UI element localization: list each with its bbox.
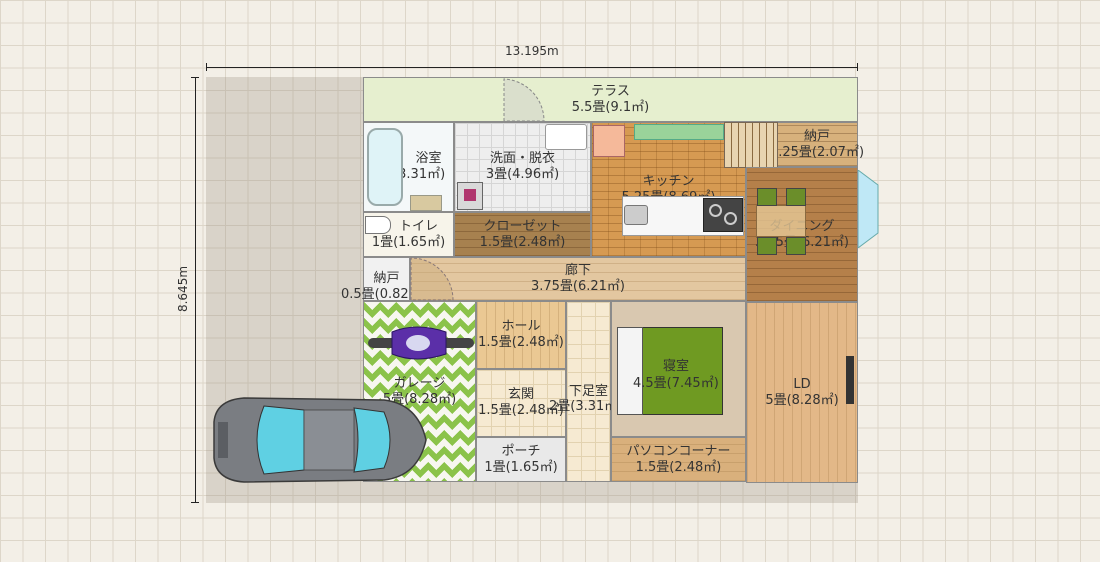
room-garage-name: ガレージ (393, 375, 446, 391)
dining-table-icon (756, 205, 806, 237)
motorbike-icon (368, 326, 474, 360)
floor-plan-canvas: 13.195m 8.645m テラス 5.5畳(9.1㎡) 浴室 2畳(3.31… (0, 0, 1100, 562)
room-toilet-area: 1畳(1.65㎡) (371, 234, 446, 250)
room-washroom-name: 洗面・脱衣 (489, 151, 555, 166)
width-dimension-tick-left (206, 63, 207, 71)
tv-icon (846, 356, 854, 404)
room-washroom-area: 3畳(4.96㎡) (485, 167, 560, 182)
room-bath-name: 浴室 (415, 151, 442, 166)
width-dimension-label: 13.195m (505, 44, 559, 58)
room-pc-corner-name: パソコンコーナー (626, 443, 731, 459)
sink-icon (624, 205, 648, 225)
stove-icon (703, 198, 743, 232)
door-swing-terrace (503, 78, 545, 122)
room-pc-corner[interactable]: パソコンコーナー 1.5畳(2.48㎡) (611, 437, 746, 482)
stairs-icon (724, 122, 778, 168)
room-hallway-area: 3.75畳(6.21㎡) (530, 279, 626, 294)
room-storage-top-area: 1.25畳(2.07㎡) (769, 144, 865, 160)
bathtub-icon (367, 128, 403, 206)
height-dimension-tick-top (191, 77, 199, 78)
room-ld-area: 5畳(8.28㎡) (765, 392, 839, 408)
room-terrace-area: 5.5畳(9.1㎡) (571, 99, 650, 115)
room-hall[interactable]: ホール 1.5畳(2.48㎡) (476, 301, 566, 369)
room-shoe-room[interactable]: 下足室 (566, 301, 611, 482)
bath-fixture-icon (410, 195, 442, 211)
room-porch[interactable]: ポーチ 1畳(1.65㎡) (476, 437, 566, 482)
room-hallway[interactable]: 廊下 3.75畳(6.21㎡) (410, 257, 746, 301)
room-storage-top-name: 納戸 (803, 128, 830, 144)
room-entrance-name: 玄関 (507, 387, 534, 402)
dining-chair-icon (757, 188, 777, 206)
washbasin-icon (545, 124, 587, 150)
fridge-icon (593, 125, 625, 157)
room-kitchen-name: キッチン (642, 173, 695, 189)
dining-chair-icon (786, 237, 806, 255)
height-dimension-line (195, 77, 196, 503)
room-bedroom-area: 4.5畳(7.45㎡) (633, 376, 719, 391)
room-hall-area: 1.5畳(2.48㎡) (478, 335, 564, 350)
room-terrace-name: テラス (591, 83, 630, 99)
room-porch-area: 1畳(1.65㎡) (484, 459, 558, 475)
car-icon (213, 397, 427, 483)
room-closet-area: 1.5畳(2.48㎡) (479, 234, 566, 250)
counter-top-icon (634, 124, 724, 140)
room-closet[interactable]: クローゼット 1.5畳(2.48㎡) (454, 212, 591, 257)
width-dimension-tick-right (857, 63, 858, 71)
dining-chair-icon (757, 237, 777, 255)
bay-window-icon (858, 170, 879, 248)
door-swing-hallway (410, 257, 454, 301)
washing-machine-icon (457, 182, 483, 210)
bed-sheet-icon (617, 327, 643, 415)
height-dimension-label: 8.645m (176, 265, 191, 313)
width-dimension-line (206, 67, 858, 68)
room-toilet-name: トイレ (398, 218, 438, 234)
room-hallway-name: 廊下 (564, 263, 591, 278)
room-terrace[interactable]: テラス 5.5畳(9.1㎡) (363, 77, 858, 122)
height-dimension-tick-bottom (191, 502, 199, 503)
room-porch-name: ポーチ (501, 443, 541, 459)
toilet-icon (365, 216, 391, 234)
room-pc-corner-area: 1.5畳(2.48㎡) (635, 459, 722, 475)
room-hall-name: ホール (501, 319, 541, 334)
room-ld[interactable]: LD 5畳(8.28㎡) (746, 302, 858, 483)
room-closet-name: クローゼット (483, 218, 562, 234)
dining-chair-icon (786, 188, 806, 206)
room-ld-name: LD (793, 376, 811, 392)
